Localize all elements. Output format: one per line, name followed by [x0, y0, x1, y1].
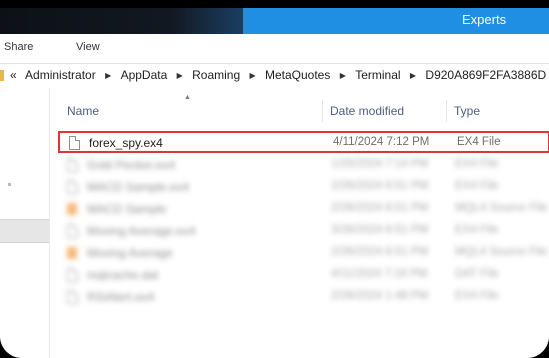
column-header-type[interactable]: Type	[454, 104, 480, 118]
chevron-right-icon[interactable]: ▶	[177, 71, 183, 80]
file-date: 2/26/2024 6:51 PM	[331, 202, 429, 214]
file-name: MACD Sample.ex4	[87, 180, 190, 194]
window-title: Experts	[462, 12, 507, 27]
file-icon	[67, 180, 78, 194]
table-row[interactable]: MACD Sample.ex4 2/26/2024 6:51 PM EX4 Fi…	[58, 177, 549, 199]
file-date: 4/11/2024 7:16 PM	[331, 268, 428, 280]
tab-share[interactable]: Share	[4, 41, 33, 53]
column-header-name[interactable]: Name	[67, 104, 99, 118]
ribbon-tabs: Share View	[0, 34, 549, 62]
file-icon	[69, 136, 80, 150]
file-type: EX4 File	[455, 224, 499, 236]
table-row[interactable]: forex_spy.ex4 4/11/2024 7:12 PM EX4 File	[58, 131, 549, 153]
chevron-right-icon[interactable]: ▶	[249, 71, 255, 80]
column-divider[interactable]	[322, 100, 323, 122]
file-icon	[67, 268, 78, 282]
file-date: 2/26/2024 6:51 PM	[331, 246, 429, 258]
breadcrumb-roaming[interactable]: Roaming	[192, 68, 240, 82]
file-name: Moving Average	[87, 246, 173, 260]
source-file-icon	[67, 247, 77, 259]
file-list: ▲ Name Date modified Type forex_spy.ex4 …	[49, 88, 549, 358]
breadcrumb-terminal[interactable]: Terminal	[355, 68, 400, 82]
address-bar[interactable]: « Administrator ▶ AppData ▶ Roaming ▶ Me…	[0, 63, 549, 89]
chevron-right-icon[interactable]: ▶	[340, 71, 346, 80]
file-type: EX4 File	[457, 136, 501, 148]
file-type: DAT File	[455, 268, 499, 280]
breadcrumb-overflow[interactable]: «	[10, 68, 17, 82]
breadcrumb-metaquotes[interactable]: MetaQuotes	[265, 68, 330, 82]
table-row[interactable]: Gold Pecker.ex4 1/25/2024 7:14 PM EX4 Fi…	[58, 155, 549, 177]
file-type: MQL4 Source File	[455, 202, 548, 214]
source-file-icon	[67, 203, 77, 215]
file-type: EX4 File	[455, 180, 499, 192]
file-date: 2/26/2024 6:51 PM	[331, 180, 429, 192]
table-row[interactable]: MACD Sample 2/26/2024 6:51 PM MQL4 Sourc…	[58, 199, 549, 221]
table-row[interactable]: RSIAlert.ex4 2/26/2024 1:48 PM EX4 File	[58, 287, 549, 309]
folder-icon	[0, 70, 4, 81]
title-bar-dark-region	[0, 8, 243, 34]
file-type: EX4 File	[455, 158, 499, 170]
file-name: Gold Pecker.ex4	[87, 158, 176, 172]
file-date: 1/25/2024 7:14 PM	[331, 158, 429, 170]
tab-view[interactable]: View	[76, 41, 100, 53]
file-name: MACD Sample	[87, 202, 167, 216]
table-row[interactable]: Moving Average 2/26/2024 6:51 PM MQL4 So…	[58, 243, 549, 265]
column-header-date[interactable]: Date modified	[330, 104, 404, 118]
file-icon	[67, 224, 78, 238]
file-type: MQL4 Source File	[455, 246, 548, 258]
file-icon	[67, 158, 78, 172]
explorer-window: Experts Share View « Administrator ▶ App…	[0, 8, 549, 358]
column-divider[interactable]	[446, 100, 447, 122]
sort-ascending-icon: ▲	[184, 94, 191, 101]
breadcrumb-terminal-id[interactable]: D920A869F2FA3886D	[425, 68, 546, 82]
file-name: Moving Average.ex4	[87, 224, 196, 238]
chevron-right-icon[interactable]: ▶	[105, 71, 111, 80]
title-bar[interactable]: Experts	[0, 8, 549, 34]
file-name: RSIAlert.ex4	[87, 290, 155, 304]
navigation-selected-item[interactable]	[0, 219, 49, 243]
breadcrumb-administrator[interactable]: Administrator	[25, 68, 96, 82]
file-date: 3/26/2024 6:51 PM	[331, 224, 429, 236]
file-date: 2/26/2024 1:48 PM	[331, 290, 429, 302]
expand-marker[interactable]	[8, 183, 11, 186]
breadcrumb-appdata[interactable]: AppData	[121, 68, 168, 82]
table-row[interactable]: mqlcache.dat 4/11/2024 7:16 PM DAT File	[58, 265, 549, 287]
column-headers: ▲ Name Date modified Type	[50, 88, 549, 124]
chevron-right-icon[interactable]: ▶	[410, 71, 416, 80]
file-date: 4/11/2024 7:12 PM	[333, 136, 430, 148]
file-icon	[67, 290, 78, 304]
file-name: forex_spy.ex4	[89, 136, 163, 150]
table-row[interactable]: Moving Average.ex4 3/26/2024 6:51 PM EX4…	[58, 221, 549, 243]
navigation-pane[interactable]	[0, 88, 49, 358]
breadcrumb: « Administrator ▶ AppData ▶ Roaming ▶ Me…	[10, 68, 546, 82]
file-name: mqlcache.dat	[87, 268, 159, 282]
file-type: EX4 File	[455, 290, 499, 302]
